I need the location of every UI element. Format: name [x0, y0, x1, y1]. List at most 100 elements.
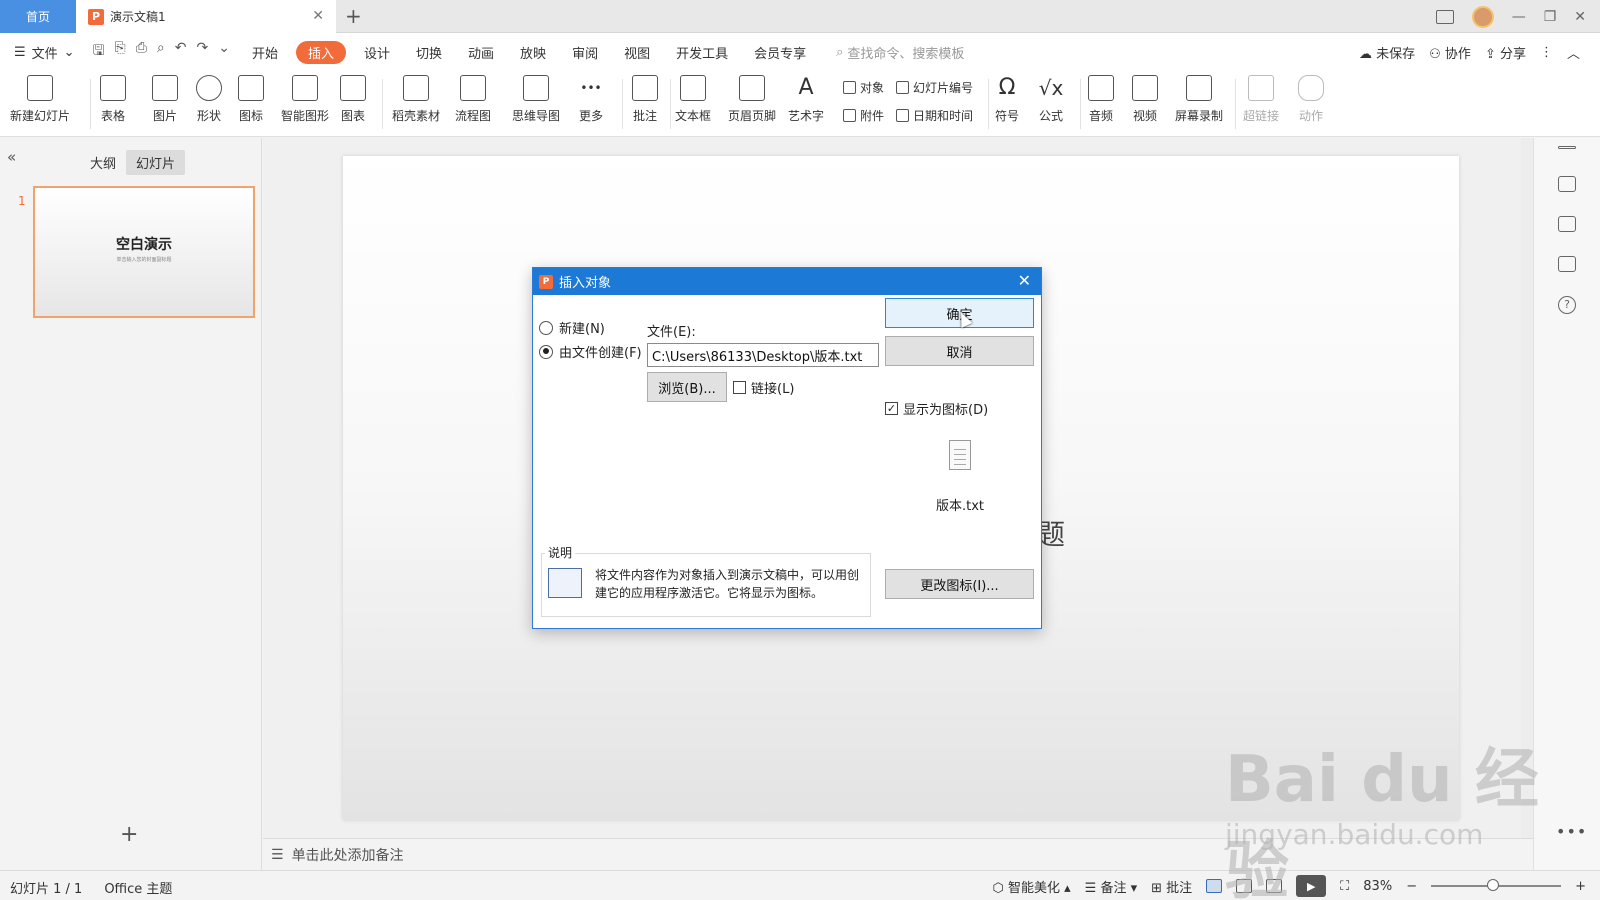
notes-toggle-button[interactable]: ☰ 备注 ▾	[1085, 877, 1137, 896]
collapse-ribbon-icon[interactable]: ︿	[1567, 43, 1580, 62]
comment-button[interactable]: 批注	[632, 75, 658, 124]
more-label: 更多	[578, 109, 603, 123]
command-search[interactable]: ⌕ 查找命令、搜索模板	[836, 43, 964, 62]
customize-icon[interactable]: ⌄	[218, 40, 230, 64]
shape-icon	[196, 75, 222, 101]
format-painter-icon[interactable]: ⎘	[115, 40, 126, 64]
show-as-icon-checkbox[interactable]: ✓ 显示为图标(D)	[885, 399, 988, 418]
menu-view[interactable]: 视图	[624, 43, 650, 62]
slide-count: 幻灯片 1 / 1	[10, 882, 83, 897]
formula-icon: √x	[1038, 76, 1064, 100]
wordart-button[interactable]: A 艺术字	[788, 75, 824, 124]
collab-button[interactable]: ⚇ 协作	[1429, 43, 1471, 62]
slides-icon[interactable]	[1558, 256, 1576, 272]
smartart-icon	[292, 75, 318, 101]
tab-slides[interactable]: 幻灯片	[126, 150, 186, 175]
menu-start[interactable]: 开始	[252, 43, 278, 62]
menu-insert[interactable]: 插入	[295, 40, 346, 64]
textbox-icon	[680, 75, 706, 101]
pin-icon[interactable]	[1558, 216, 1576, 232]
radio-create-from-file[interactable]: 由文件创建(F)	[539, 342, 642, 361]
tab-document[interactable]: P 演示文稿1 ✕	[76, 0, 336, 33]
chart-button[interactable]: 图表	[340, 75, 366, 124]
slide-number: 1	[18, 194, 26, 208]
smartart-button[interactable]: 智能图形	[281, 75, 329, 124]
layout-icon[interactable]	[1435, 9, 1454, 24]
header-footer-button[interactable]: 页眉页脚	[728, 75, 776, 124]
restore-icon[interactable]: ❐	[1544, 9, 1557, 25]
table-button[interactable]: 表格	[100, 75, 126, 124]
window-close-icon[interactable]: ✕	[1574, 9, 1586, 25]
picture-button[interactable]: 图片	[152, 75, 178, 124]
more-vertical-icon[interactable]: ⋮	[1540, 45, 1553, 60]
tab-home[interactable]: 首页	[0, 0, 76, 33]
screen-record-button[interactable]: 屏幕录制	[1175, 75, 1223, 124]
drag-handle-icon[interactable]	[1558, 146, 1576, 149]
new-slide-button[interactable]: 新建幻灯片	[10, 75, 70, 124]
shape-button[interactable]: 形状	[196, 75, 222, 124]
video-icon	[1132, 75, 1158, 101]
material-label: 稻壳素材	[392, 109, 441, 123]
icon-button[interactable]: 图标	[238, 75, 264, 124]
formula-button[interactable]: √x 公式	[1038, 75, 1064, 124]
theme-name[interactable]: Office 主题	[104, 878, 172, 897]
settings-sliders-icon[interactable]	[1558, 176, 1576, 192]
material-button[interactable]: 稻壳素材	[392, 75, 440, 124]
flowchart-button[interactable]: 流程图	[455, 75, 491, 124]
comment-toggle-button[interactable]: ⊞ 批注	[1151, 877, 1192, 896]
menu-transition[interactable]: 切换	[416, 43, 442, 62]
symbol-button[interactable]: Ω 符号	[994, 75, 1020, 124]
menu-slideshow[interactable]: 放映	[520, 43, 546, 62]
mindmap-button[interactable]: 思维导图	[512, 75, 560, 124]
avatar[interactable]	[1471, 5, 1494, 28]
link-checkbox[interactable]: 链接(L)	[733, 378, 794, 397]
close-tab-icon[interactable]: ✕	[312, 8, 324, 24]
attachment-label: 附件	[860, 109, 885, 123]
more-button[interactable]: ••• 更多	[578, 75, 604, 124]
menu-animation[interactable]: 动画	[468, 43, 494, 62]
help-icon[interactable]: ?	[1558, 296, 1576, 314]
file-path-input[interactable]	[647, 343, 879, 367]
ribbon-divider	[1080, 79, 1081, 129]
print-icon[interactable]: ⎙	[136, 40, 147, 64]
slide-thumbnail[interactable]: 空白演示 单击输入您的封面副标题	[33, 186, 255, 318]
ellipsis-icon: •••	[580, 81, 602, 95]
show-as-icon-label: 显示为图标(D)	[903, 403, 989, 418]
hyperlink-button[interactable]: 超链接	[1243, 75, 1279, 124]
save-icon[interactable]: 🖫	[93, 40, 105, 64]
print-preview-icon[interactable]: ⌕	[157, 40, 165, 64]
beautify-button[interactable]: ⬡ 智能美化 ▴	[992, 877, 1070, 896]
action-button[interactable]: 动作	[1298, 75, 1324, 124]
browse-button[interactable]: 浏览(B)...	[647, 372, 727, 402]
radio-create-new[interactable]: 新建(N)	[539, 318, 605, 337]
undo-icon[interactable]: ↶	[175, 40, 187, 64]
menu-design[interactable]: 设计	[364, 43, 390, 62]
change-icon-button[interactable]: 更改图标(I)...	[885, 569, 1034, 599]
dialog-close-icon[interactable]: ✕	[1018, 271, 1031, 290]
file-icon-caption: 版本.txt	[935, 499, 985, 514]
normal-view-icon[interactable]	[1206, 879, 1223, 893]
audio-button[interactable]: 音频	[1088, 75, 1114, 124]
menu-review[interactable]: 审阅	[572, 43, 598, 62]
minimize-icon[interactable]: —	[1512, 9, 1526, 25]
unsaved-button[interactable]: ☁ 未保存	[1359, 43, 1415, 62]
cancel-button[interactable]: 取消	[885, 336, 1034, 366]
formula-label: 公式	[1038, 109, 1063, 123]
redo-icon[interactable]: ↷	[197, 40, 209, 64]
share-button[interactable]: ⇪ 分享	[1485, 43, 1526, 62]
textbox-button[interactable]: 文本框	[675, 75, 711, 124]
file-menu-button[interactable]: ☰ 文件 ⌄	[14, 43, 75, 62]
collapse-panel-icon[interactable]: «	[7, 148, 16, 166]
beautify-label: 智能美化	[1007, 880, 1060, 896]
object-button[interactable]: 对象	[843, 79, 884, 96]
slide-number-button[interactable]: 幻灯片编号	[896, 79, 973, 96]
video-button[interactable]: 视频	[1132, 75, 1158, 124]
new-tab-button[interactable]: +	[345, 4, 362, 28]
menu-member[interactable]: 会员专享	[754, 43, 806, 62]
attachment-button[interactable]: 附件	[843, 107, 884, 124]
tab-outline[interactable]: 大纲	[80, 150, 126, 175]
menu-developer[interactable]: 开发工具	[676, 43, 728, 62]
datetime-button[interactable]: 日期和时间	[896, 107, 973, 124]
file-field-label: 文件(E):	[647, 325, 696, 340]
add-slide-button[interactable]: +	[120, 822, 138, 847]
